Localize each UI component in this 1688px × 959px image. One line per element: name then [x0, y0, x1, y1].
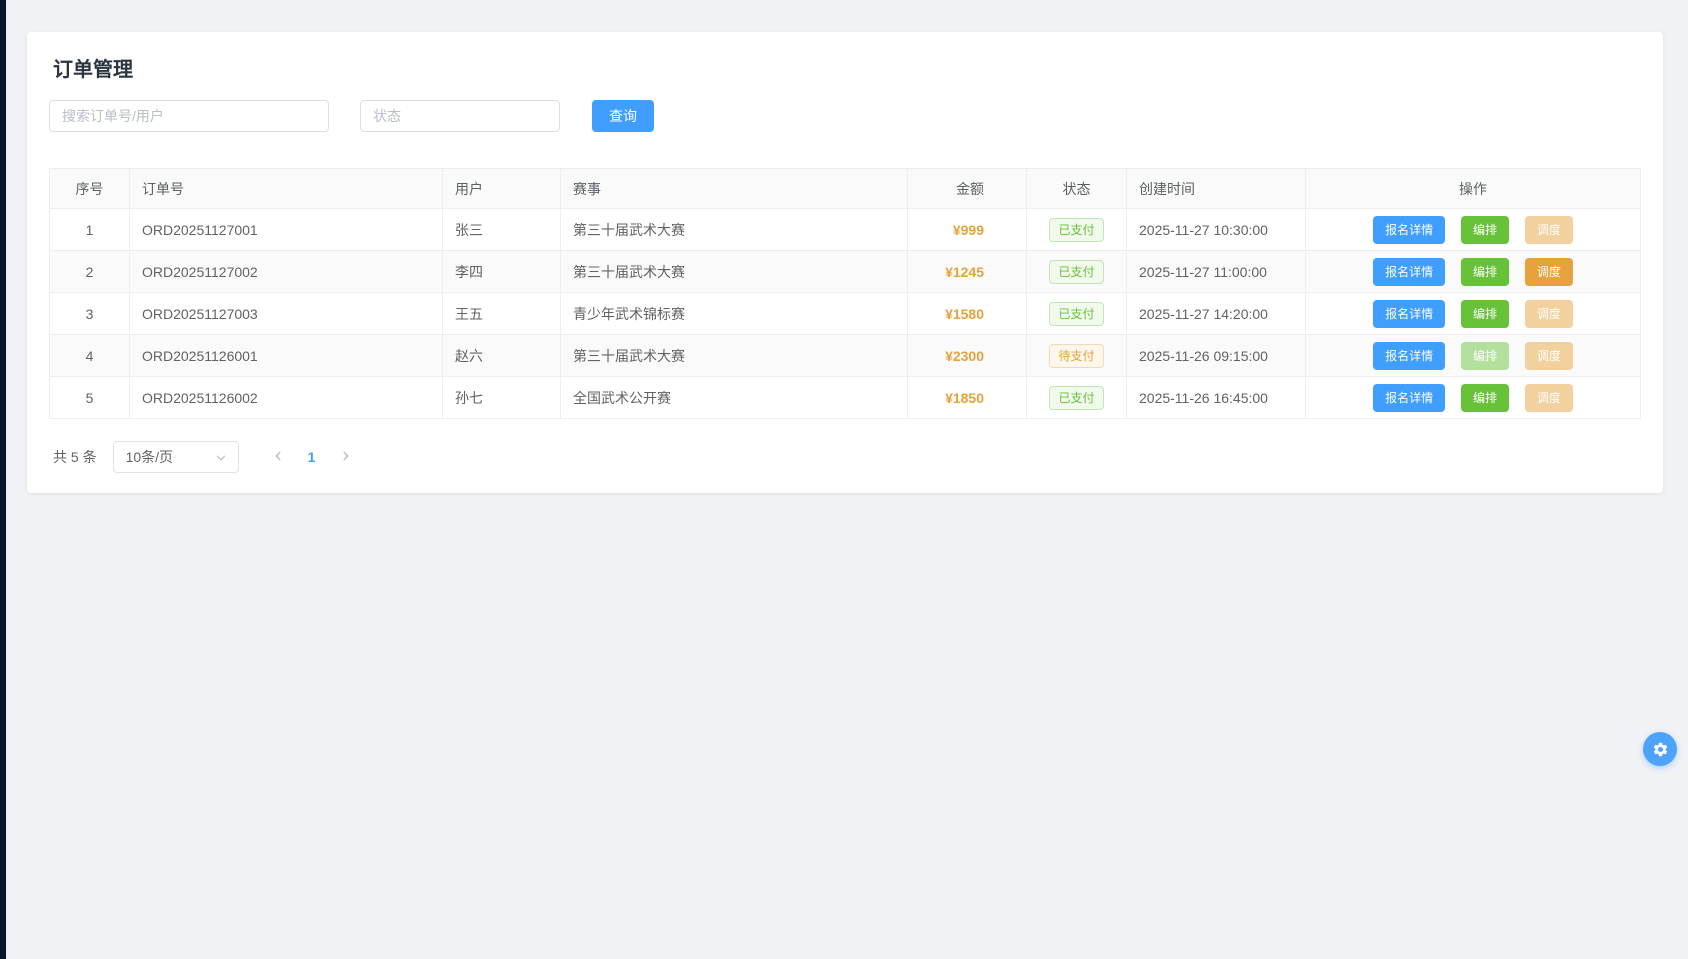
signup-detail-button[interactable]: 报名详情	[1373, 300, 1445, 328]
chevron-left-icon	[271, 449, 285, 466]
schedule-button[interactable]: 调度	[1525, 384, 1573, 412]
schedule-button[interactable]: 调度	[1525, 342, 1573, 370]
status-badge: 待支付	[1049, 344, 1103, 368]
order-no: ORD20251126002	[130, 377, 443, 419]
order-no: ORD20251126001	[130, 335, 443, 377]
page-size-select[interactable]: 10条/页	[113, 441, 239, 473]
arrange-button[interactable]: 编排	[1461, 342, 1509, 370]
order-no: ORD20251127001	[130, 209, 443, 251]
settings-fab-button[interactable]	[1643, 732, 1677, 766]
amount: ¥2300	[908, 335, 1027, 377]
created-time: 2025-11-26 09:15:00	[1127, 335, 1306, 377]
event-name: 第三十届武术大赛	[561, 251, 908, 293]
signup-detail-button[interactable]: 报名详情	[1373, 342, 1445, 370]
created-time: 2025-11-27 11:00:00	[1127, 251, 1306, 293]
status-select[interactable]	[360, 100, 560, 132]
col-header-amount: 金额	[908, 169, 1027, 209]
gear-icon	[1652, 741, 1669, 758]
col-header-event: 赛事	[561, 169, 908, 209]
status-badge: 已支付	[1049, 218, 1103, 242]
signup-detail-button[interactable]: 报名详情	[1373, 216, 1445, 244]
table-row: 5 ORD20251126002 孙七 全国武术公开赛 ¥1850 已支付 20…	[50, 377, 1641, 419]
table-row: 4 ORD20251126001 赵六 第三十届武术大赛 ¥2300 待支付 2…	[50, 335, 1641, 377]
col-header-order-no: 订单号	[130, 169, 443, 209]
row-index: 2	[50, 251, 130, 293]
col-header-status: 状态	[1027, 169, 1127, 209]
col-header-created: 创建时间	[1127, 169, 1306, 209]
amount: ¥999	[908, 209, 1027, 251]
row-index: 5	[50, 377, 130, 419]
user-name: 张三	[443, 209, 561, 251]
status-badge: 已支付	[1049, 386, 1103, 410]
schedule-button[interactable]: 调度	[1525, 258, 1573, 286]
chevron-right-icon	[339, 449, 353, 466]
total-count: 共 5 条	[53, 447, 97, 467]
amount: ¥1850	[908, 377, 1027, 419]
event-name: 全国武术公开赛	[561, 377, 908, 419]
event-name: 第三十届武术大赛	[561, 335, 908, 377]
page-title: 订单管理	[53, 58, 1641, 82]
col-header-user: 用户	[443, 169, 561, 209]
row-index: 1	[50, 209, 130, 251]
signup-detail-button[interactable]: 报名详情	[1373, 384, 1445, 412]
table-row: 2 ORD20251127002 李四 第三十届武术大赛 ¥1245 已支付 2…	[50, 251, 1641, 293]
arrange-button[interactable]: 编排	[1461, 216, 1509, 244]
chevron-down-icon	[214, 451, 228, 468]
amount: ¥1245	[908, 251, 1027, 293]
event-name: 青少年武术锦标赛	[561, 293, 908, 335]
filter-bar: 查询	[49, 100, 1641, 132]
user-name: 李四	[443, 251, 561, 293]
user-name: 赵六	[443, 335, 561, 377]
status-badge: 已支付	[1049, 302, 1103, 326]
pagination: 共 5 条 10条/页 1	[53, 441, 1641, 473]
search-input[interactable]	[49, 100, 329, 132]
query-button[interactable]: 查询	[592, 100, 654, 132]
arrange-button[interactable]: 编排	[1461, 258, 1509, 286]
prev-page-button[interactable]	[264, 443, 292, 471]
screen-left-edge	[0, 0, 6, 959]
order-no: ORD20251127002	[130, 251, 443, 293]
col-header-index: 序号	[50, 169, 130, 209]
user-name: 王五	[443, 293, 561, 335]
row-index: 3	[50, 293, 130, 335]
next-page-button[interactable]	[332, 443, 360, 471]
page-size-value: 10条/页	[126, 447, 173, 467]
table-header-row: 序号 订单号 用户 赛事 金额 状态 创建时间 操作	[50, 169, 1641, 209]
status-badge: 已支付	[1049, 260, 1103, 284]
row-index: 4	[50, 335, 130, 377]
schedule-button[interactable]: 调度	[1525, 300, 1573, 328]
amount: ¥1580	[908, 293, 1027, 335]
order-management-card: 订单管理 查询 序号 订单号 用户 赛事 金额 状态 创建时间 操作 1	[27, 32, 1663, 493]
col-header-actions: 操作	[1306, 169, 1641, 209]
schedule-button[interactable]: 调度	[1525, 216, 1573, 244]
user-name: 孙七	[443, 377, 561, 419]
pager: 1	[261, 443, 363, 471]
created-time: 2025-11-26 16:45:00	[1127, 377, 1306, 419]
created-time: 2025-11-27 10:30:00	[1127, 209, 1306, 251]
created-time: 2025-11-27 14:20:00	[1127, 293, 1306, 335]
order-no: ORD20251127003	[130, 293, 443, 335]
orders-table: 序号 订单号 用户 赛事 金额 状态 创建时间 操作 1 ORD20251127…	[49, 168, 1641, 419]
arrange-button[interactable]: 编排	[1461, 300, 1509, 328]
arrange-button[interactable]: 编排	[1461, 384, 1509, 412]
event-name: 第三十届武术大赛	[561, 209, 908, 251]
page-number[interactable]: 1	[298, 443, 326, 471]
table-row: 3 ORD20251127003 王五 青少年武术锦标赛 ¥1580 已支付 2…	[50, 293, 1641, 335]
signup-detail-button[interactable]: 报名详情	[1373, 258, 1445, 286]
table-row: 1 ORD20251127001 张三 第三十届武术大赛 ¥999 已支付 20…	[50, 209, 1641, 251]
